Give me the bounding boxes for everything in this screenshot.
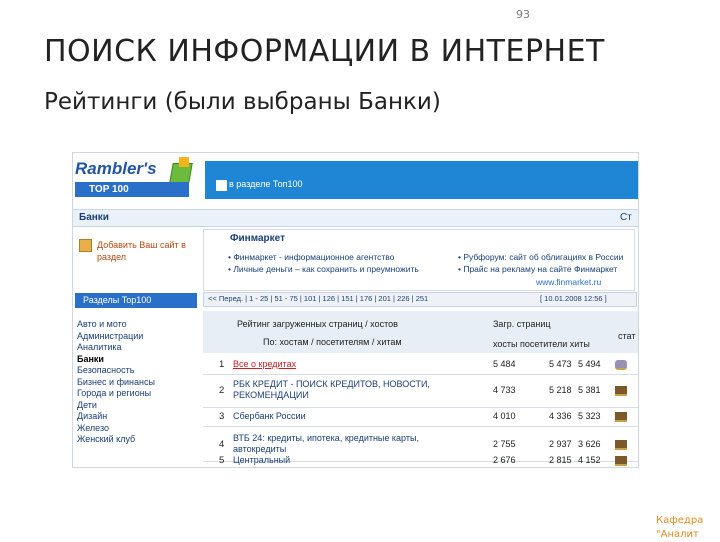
rambler-logo-small-cube-icon [179, 157, 189, 167]
pagination-bar: << Перед. | 1 - 25 | 51 - 75 | 101 | 126… [203, 292, 637, 307]
row-site-link[interactable]: ВТБ 24: кредиты, ипотека, кредитные карт… [233, 433, 461, 455]
stat-column-header: стат [618, 331, 636, 341]
finmarket-link[interactable]: • Рубфорум: сайт об облигациях в России [458, 251, 630, 263]
category-title: Банки [79, 212, 109, 223]
stats-title: Загр. страниц [493, 319, 551, 329]
row-hosts: 5 484 [493, 359, 516, 369]
row-divider [203, 374, 638, 375]
row-rank: 3 [219, 411, 225, 422]
section-item[interactable]: Безопасность [77, 365, 197, 377]
row-rank: 4 [219, 439, 225, 450]
stats-chart-icon[interactable] [615, 386, 627, 396]
row-visitors: 2 815 [549, 455, 572, 465]
section-item[interactable]: Авто и мото [77, 319, 197, 331]
category-bar: Банки Ст [73, 209, 638, 227]
section-item[interactable]: Города и регионы [77, 388, 197, 400]
row-hits: 5 494 [578, 359, 601, 369]
finmarket-link[interactable]: • Финмаркет - информационное агентство [228, 251, 428, 263]
section-checkbox[interactable] [216, 180, 227, 191]
section-item[interactable]: Аналитика [77, 342, 197, 354]
row-rank: 5 [219, 455, 225, 466]
stats-chart-icon[interactable] [615, 440, 627, 450]
pagination-links[interactable]: << Перед. | 1 - 25 | 51 - 75 | 101 | 126… [208, 294, 428, 303]
slide-title: ПОИСК ИНФОРМАЦИИ В ИНТЕРНЕТ [44, 34, 605, 69]
slide-subtitle: Рейтинги (были выбраны Банки) [44, 89, 441, 115]
sections-list: Авто и мото Администрации Аналитика Банки Бе… [77, 319, 197, 446]
row-divider [203, 426, 638, 427]
row-visitors: 5 218 [549, 385, 572, 395]
sort-options[interactable]: По: хостам / посетителям / хитам [263, 337, 402, 347]
row-hosts: 4 010 [493, 411, 516, 421]
top100-badge[interactable]: TOP 100 [75, 182, 189, 197]
update-timestamp: [ 10.01.2008 12:56 ] [540, 294, 607, 303]
row-site-link[interactable]: РБК КРЕДИТ - ПОИСК КРЕДИТОВ, НОВОСТИ, РЕ… [233, 379, 461, 401]
row-site-link[interactable]: Все о кредитах [233, 359, 461, 370]
row-hits: 5 323 [578, 411, 601, 421]
section-item[interactable]: Бизнес и финансы [77, 377, 197, 389]
category-right-label[interactable]: Ст [620, 212, 632, 223]
section-item[interactable]: Дизайн [77, 411, 197, 423]
add-site-icon [79, 239, 92, 252]
sections-header: Разделы Top100 [75, 293, 197, 308]
section-checkbox-label: в разделе Топ100 [229, 179, 303, 189]
finmarket-link[interactable]: • Личные деньги – как сохранить и преумн… [228, 263, 428, 275]
row-visitors: 5 473 [549, 359, 572, 369]
row-hits: 4 152 [578, 455, 601, 465]
rambler-logo[interactable]: Rambler's [75, 159, 157, 179]
row-rank: 1 [219, 359, 225, 370]
row-hits: 5 381 [578, 385, 601, 395]
row-visitors: 2 937 [549, 439, 572, 449]
stats-chart-icon[interactable] [615, 412, 627, 422]
section-item[interactable]: Банки [77, 354, 197, 366]
stats-chart-icon[interactable] [615, 360, 627, 370]
finmarket-ad: Финмаркет • Финмаркет - информационное а… [203, 229, 635, 291]
finmarket-link[interactable]: • Прайс на рекламу на сайте Финмаркет [458, 263, 630, 275]
finmarket-site-link[interactable]: www.finmarket.ru [536, 277, 601, 287]
row-hits: 3 626 [578, 439, 601, 449]
row-divider [203, 407, 638, 408]
row-site-link[interactable]: Центральный [233, 455, 461, 466]
stats-chart-icon[interactable] [615, 456, 627, 466]
row-hosts: 4 733 [493, 385, 516, 395]
row-visitors: 4 336 [549, 411, 572, 421]
add-site-box[interactable]: Добавить Ваш сайт в раздел [75, 233, 195, 273]
finmarket-left-links: • Финмаркет - информационное агентство •… [228, 251, 428, 275]
rating-title: Рейтинг загруженных страниц / хостов [237, 319, 398, 329]
section-item[interactable]: Железо [77, 423, 197, 435]
rating-table-header: Рейтинг загруженных страниц / хостов По:… [203, 311, 638, 353]
section-item[interactable]: Женский клуб [77, 434, 197, 446]
finmarket-title[interactable]: Финмаркет [230, 233, 285, 244]
rambler-screenshot: Rambler's TOP 100 в разделе Топ100 Банки… [72, 152, 639, 468]
finmarket-right-links: • Рубфорум: сайт об облигациях в России … [458, 251, 630, 275]
page-number: 93 [516, 8, 530, 21]
add-site-link[interactable]: Добавить Ваш сайт в раздел [97, 239, 197, 263]
section-item[interactable]: Администрации [77, 331, 197, 343]
row-site-link[interactable]: Сбербанк России [233, 411, 461, 422]
section-item[interactable]: Дети [77, 400, 197, 412]
footer-line: Кафедра [656, 515, 704, 526]
stats-columns: хосты посетители хиты [493, 339, 590, 349]
footer-note: Кафедра "Аналит [656, 514, 703, 542]
row-rank: 2 [219, 385, 225, 396]
row-hosts: 2 676 [493, 455, 516, 465]
row-hosts: 2 755 [493, 439, 516, 449]
rambler-header: Rambler's TOP 100 в разделе Топ100 [73, 153, 638, 205]
